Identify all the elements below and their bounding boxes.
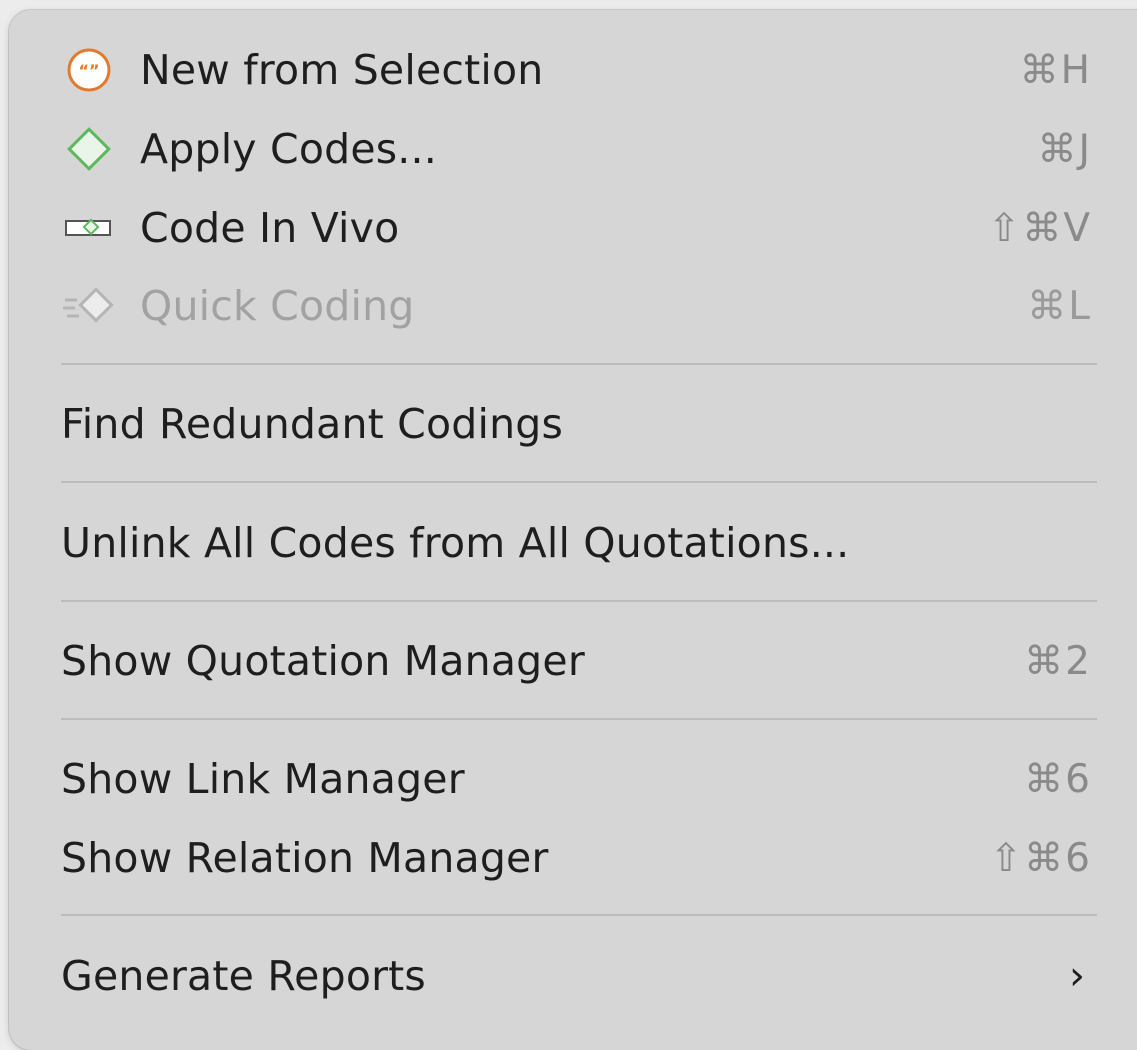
menu-separator <box>61 718 1097 720</box>
menu-item-shortcut: ⇧⌘V <box>987 205 1092 251</box>
svg-text:“”: “” <box>78 61 99 80</box>
chevron-right-icon: › <box>1069 953 1085 999</box>
menu-item-quick-coding: Quick Coding ⌘L <box>9 267 1137 345</box>
menu-separator <box>61 600 1097 602</box>
menu-item-label: Code In Vivo <box>140 204 400 252</box>
menu-separator <box>61 914 1097 916</box>
in-vivo-code-icon <box>59 203 119 253</box>
menu-item-show-relation-manager[interactable]: Show Relation Manager ⇧⌘6 <box>9 819 1137 897</box>
menu-item-label: Show Link Manager <box>61 755 465 803</box>
menu-item-label: Quick Coding <box>140 282 415 330</box>
menu-item-label: Generate Reports <box>61 952 426 1000</box>
context-menu: “” New from Selection ⌘H Apply Codes... … <box>9 10 1137 1050</box>
menu-item-shortcut: ⌘H <box>1019 47 1092 93</box>
menu-separator <box>61 363 1097 365</box>
menu-item-label: Apply Codes... <box>140 125 438 173</box>
menu-item-label: Show Quotation Manager <box>61 637 585 685</box>
menu-item-code-in-vivo[interactable]: Code In Vivo ⇧⌘V <box>9 189 1137 267</box>
menu-separator <box>61 481 1097 483</box>
code-diamond-icon <box>59 124 119 174</box>
menu-item-label: New from Selection <box>140 46 544 94</box>
menu-item-label: Show Relation Manager <box>61 834 549 882</box>
menu-item-find-redundant-codings[interactable]: Find Redundant Codings <box>9 385 1137 463</box>
menu-item-apply-codes[interactable]: Apply Codes... ⌘J <box>9 110 1137 188</box>
menu-item-shortcut: ⌘2 <box>1024 638 1092 684</box>
menu-item-shortcut: ⌘6 <box>1024 756 1092 802</box>
menu-item-label: Find Redundant Codings <box>61 400 564 448</box>
menu-item-label: Unlink All Codes from All Quotations... <box>61 519 850 567</box>
menu-item-show-link-manager[interactable]: Show Link Manager ⌘6 <box>9 740 1137 818</box>
menu-item-shortcut: ⇧⌘6 <box>989 835 1092 881</box>
quotation-icon: “” <box>59 45 119 95</box>
menu-item-show-quotation-manager[interactable]: Show Quotation Manager ⌘2 <box>9 622 1137 700</box>
menu-item-shortcut: ⌘J <box>1037 126 1092 172</box>
menu-item-generate-reports[interactable]: Generate Reports › <box>9 937 1137 1015</box>
menu-item-unlink-all-codes[interactable]: Unlink All Codes from All Quotations... <box>9 504 1137 582</box>
quick-coding-icon <box>59 281 119 331</box>
menu-item-new-from-selection[interactable]: “” New from Selection ⌘H <box>9 31 1137 109</box>
menu-item-shortcut: ⌘L <box>1027 283 1092 329</box>
